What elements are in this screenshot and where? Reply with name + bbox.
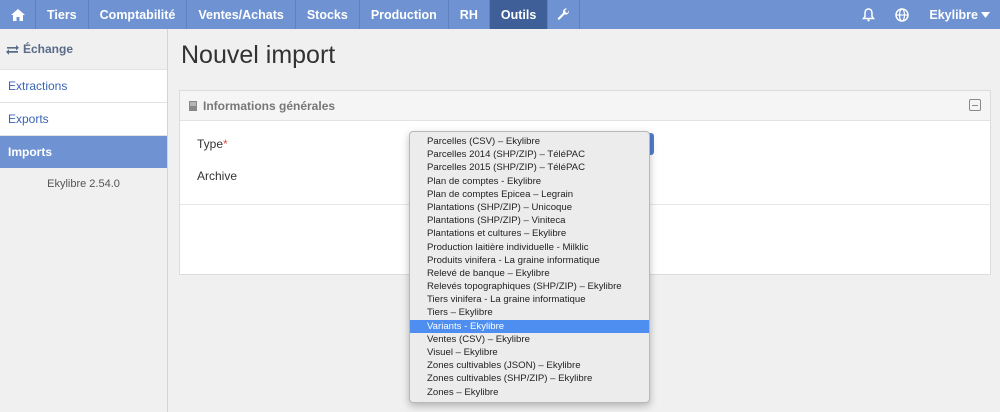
- dropdown-option[interactable]: Plan de comptes - Ekylibre: [410, 175, 649, 188]
- dropdown-option[interactable]: Plantations (SHP/ZIP) – Unicoque: [410, 201, 649, 214]
- archive-field-label: Archive: [197, 169, 238, 183]
- dropdown-option[interactable]: Parcelles (CSV) – Ekylibre: [410, 135, 649, 148]
- nav-outils[interactable]: Outils: [489, 0, 549, 29]
- dropdown-option[interactable]: Plantations (SHP/ZIP) – Viniteca: [410, 214, 649, 227]
- panel-title: Informations générales: [203, 98, 336, 113]
- wrench-icon: [558, 8, 570, 20]
- sidebar-item-imports[interactable]: Imports: [0, 135, 167, 168]
- dropdown-option[interactable]: Ventes (CSV) – Ekylibre: [410, 333, 649, 346]
- nav-ventes-achats[interactable]: Ventes/Achats: [187, 0, 296, 29]
- type-dropdown-menu[interactable]: Parcelles (CSV) – Ekylibre Parcelles 201…: [409, 131, 650, 403]
- caret-down-icon: [981, 11, 990, 18]
- globe-icon: [895, 7, 910, 22]
- top-navbar: Tiers Comptabilité Ventes/Achats Stocks …: [0, 0, 1000, 29]
- home-icon: [10, 8, 25, 21]
- dropdown-option[interactable]: Parcelles 2015 (SHP/ZIP) – TéléPAC: [410, 161, 649, 174]
- type-field-label: Type*: [197, 137, 228, 151]
- dropdown-option[interactable]: Relevé de banque – Ekylibre: [410, 267, 649, 280]
- user-menu[interactable]: Ekylibre: [919, 0, 1000, 29]
- bell-icon: [862, 7, 876, 21]
- page-title: Nouvel import: [181, 41, 336, 69]
- nav-tiers[interactable]: Tiers: [36, 0, 89, 29]
- dropdown-option[interactable]: Visuel – Ekylibre: [410, 346, 649, 359]
- user-name: Ekylibre: [929, 7, 978, 22]
- nav-comptabilite[interactable]: Comptabilité: [89, 0, 188, 29]
- sidebar-section-label: Échange: [23, 42, 74, 56]
- dropdown-option-selected[interactable]: Variants - Ekylibre: [410, 319, 649, 333]
- tools-button[interactable]: [548, 0, 581, 29]
- required-marker: *: [223, 137, 228, 151]
- nav-production[interactable]: Production: [360, 0, 449, 29]
- app-version: Ekylibre 2.54.0: [47, 178, 120, 190]
- dropdown-option[interactable]: Parcelles 2014 (SHP/ZIP) – TéléPAC: [410, 148, 649, 161]
- dropdown-option[interactable]: Zones cultivables (SHP/ZIP) – Ekylibre: [410, 372, 649, 385]
- sidebar-section-echange: Échange: [0, 29, 167, 69]
- type-label: Type: [197, 137, 224, 151]
- language-button[interactable]: [885, 0, 919, 29]
- dropdown-option[interactable]: Produits vinifera - La graine informatiq…: [410, 254, 649, 267]
- dropdown-option[interactable]: Plantations et cultures – Ekylibre: [410, 227, 649, 240]
- nav-rh[interactable]: RH: [449, 0, 490, 29]
- dropdown-option[interactable]: Relevés topographiques (SHP/ZIP) – Ekyli…: [410, 280, 649, 293]
- dropdown-option[interactable]: Zones – Ekylibre: [410, 386, 649, 399]
- collapse-panel-button[interactable]: [969, 99, 981, 111]
- dropdown-option[interactable]: Tiers – Ekylibre: [410, 306, 649, 319]
- exchange-icon: [6, 44, 19, 55]
- sidebar-item-exports[interactable]: Exports: [0, 102, 167, 135]
- sidebar: Échange Extractions Exports Imports Ekyl…: [0, 29, 168, 412]
- notifications-button[interactable]: [852, 0, 885, 29]
- navbar-spacer: [580, 0, 852, 29]
- home-button[interactable]: [0, 0, 36, 29]
- nav-stocks[interactable]: Stocks: [296, 0, 360, 29]
- dropdown-option[interactable]: Plan de comptes Epicea – Legrain: [410, 188, 649, 201]
- panel-header: Informations générales: [180, 91, 990, 121]
- dropdown-option[interactable]: Tiers vinifera - La graine informatique: [410, 293, 649, 306]
- dropdown-option[interactable]: Production laitière individuelle - Milkl…: [410, 241, 649, 254]
- book-icon: [189, 100, 197, 111]
- dropdown-option[interactable]: Zones cultivables (JSON) – Ekylibre: [410, 359, 649, 372]
- sidebar-item-extractions[interactable]: Extractions: [0, 69, 167, 102]
